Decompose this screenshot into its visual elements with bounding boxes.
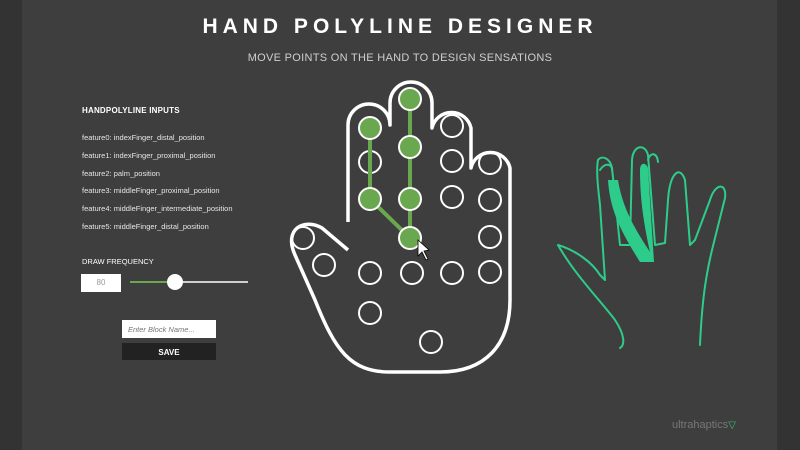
draw-frequency-field[interactable]: 80 — [81, 274, 121, 292]
save-button[interactable]: SAVE — [122, 343, 216, 360]
page-subtitle: MOVE POINTS ON THE HAND TO DESIGN SENSAT… — [247, 52, 553, 64]
block-name-input[interactable] — [122, 320, 216, 338]
feature-item: feature1: indexFinger_proximal_position — [82, 151, 216, 160]
draw-frequency-slider[interactable] — [130, 274, 248, 290]
brand-mark-icon: ▽ — [728, 420, 736, 431]
brand-logo: ultrahaptics▽ — [672, 419, 736, 431]
feature-item: feature2: palm_position — [82, 169, 160, 178]
brand-name: ultrahaptics — [672, 419, 729, 431]
inputs-heading: HANDPOLYLINE INPUTS — [82, 106, 180, 115]
feature-item: feature5: middleFinger_distal_position — [82, 222, 209, 231]
page-title: HAND POLYLINE DESIGNER — [202, 15, 598, 38]
feature-item: feature3: middleFinger_proximal_position — [82, 186, 220, 195]
slider-thumb[interactable] — [166, 274, 183, 290]
feature-item: feature0: indexFinger_distal_position — [82, 133, 205, 142]
draw-frequency-label: DRAW FREQUENCY — [82, 257, 154, 266]
feature-item: feature4: middleFinger_intermediate_posi… — [82, 204, 233, 213]
